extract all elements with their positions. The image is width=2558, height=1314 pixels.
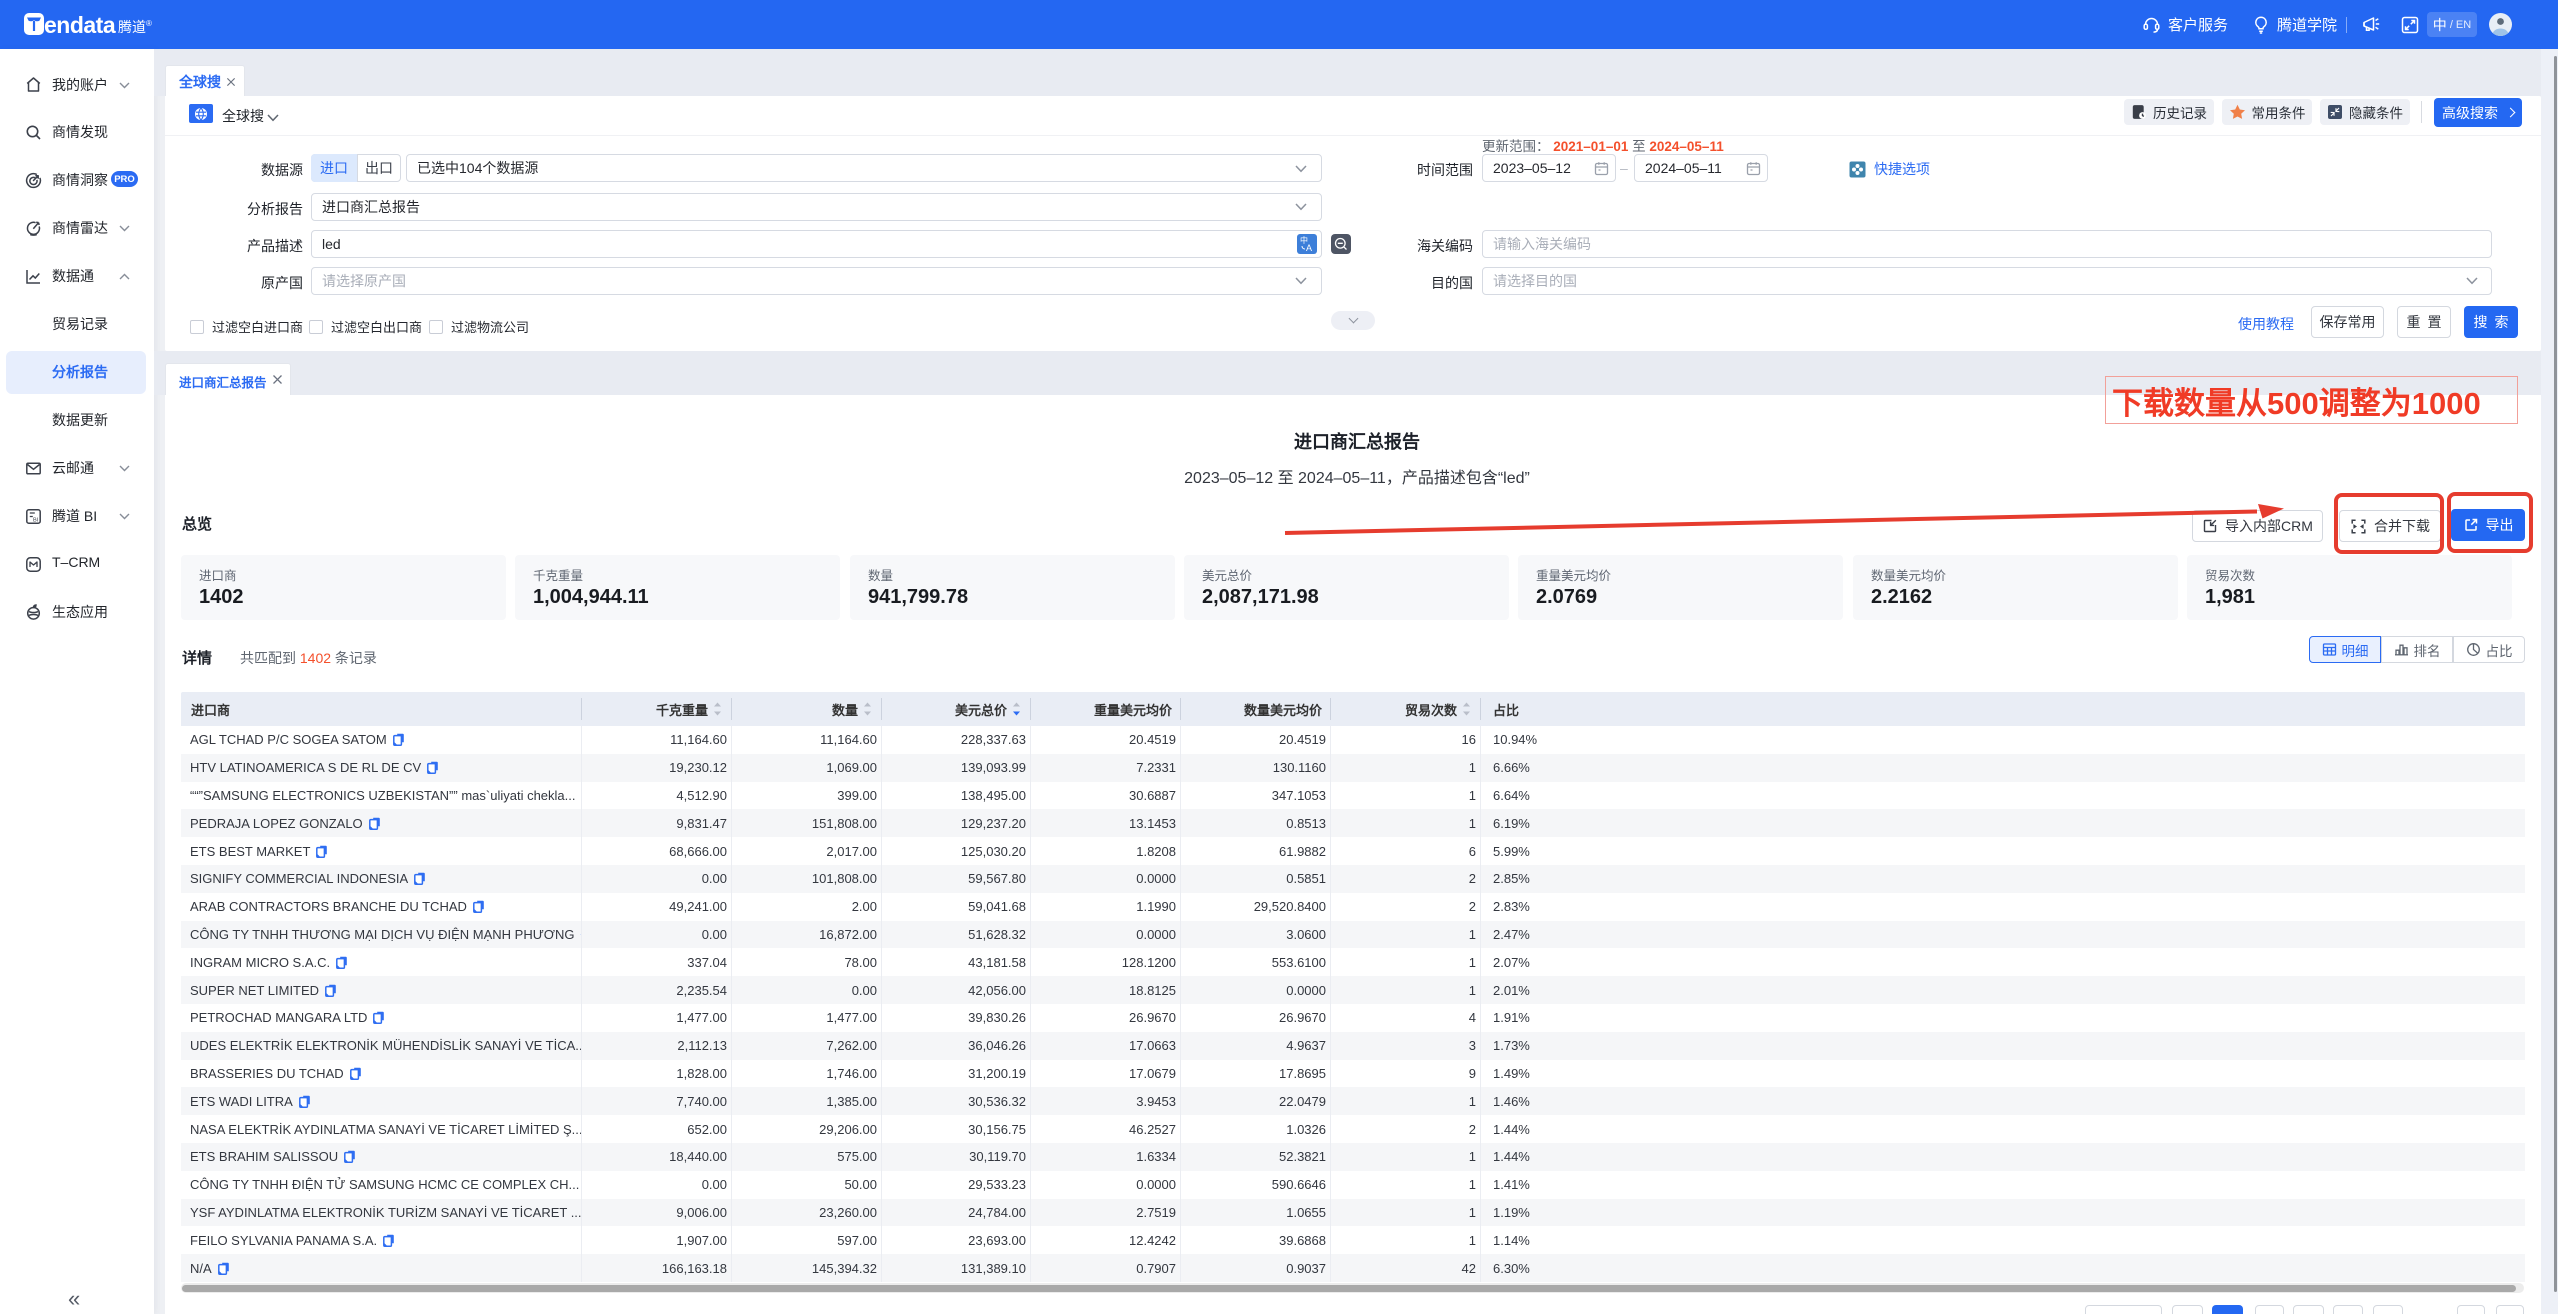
svg-text:A: A bbox=[1306, 243, 1312, 253]
svg-text:BI: BI bbox=[33, 517, 39, 523]
